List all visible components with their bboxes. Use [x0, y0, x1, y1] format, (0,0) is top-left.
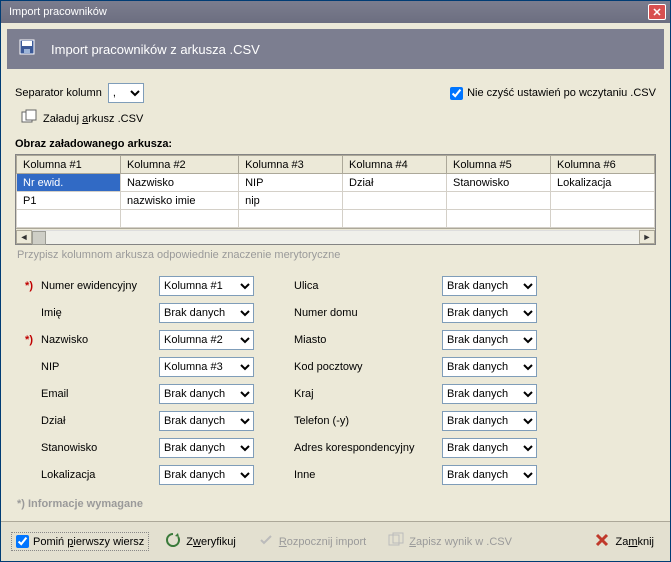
- field-select-dzial[interactable]: Brak danych: [159, 411, 254, 431]
- field-label: NIP: [41, 361, 151, 373]
- save-result-button: Zapisz wynik w .CSV: [382, 529, 518, 554]
- field-select-imie[interactable]: Brak danych: [159, 303, 254, 323]
- skip-first-row-label: Pomiń pierwszy wiersz: [33, 536, 144, 548]
- skip-first-row-group: Pomiń pierwszy wiersz: [11, 532, 149, 551]
- field-select-adres-koresp[interactable]: Brak danych: [442, 438, 537, 458]
- field-label: Numer ewidencyjny: [41, 280, 151, 292]
- header-bar: Import pracowników z arkusza .CSV: [7, 29, 664, 69]
- field-label: Kraj: [294, 388, 434, 400]
- field-label: Lokalizacja: [41, 469, 151, 481]
- field-select-miasto[interactable]: Brak danych: [442, 330, 537, 350]
- field-label: Stanowisko: [41, 442, 151, 454]
- col-header[interactable]: Kolumna #4: [343, 156, 447, 174]
- separator-select[interactable]: ,: [108, 83, 144, 103]
- col-header[interactable]: Kolumna #6: [550, 156, 654, 174]
- field-label: Dział: [41, 415, 151, 427]
- start-import-label: Rozpocznij import: [279, 536, 366, 548]
- field-label: Miasto: [294, 334, 434, 346]
- close-footer-button[interactable]: Zamknij: [588, 529, 660, 554]
- field-select-ulica[interactable]: Brak danych: [442, 276, 537, 296]
- field-label: Ulica: [294, 280, 434, 292]
- field-select-lokalizacja[interactable]: Brak danych: [159, 465, 254, 485]
- save-icon: [19, 39, 39, 59]
- keep-settings-label: Nie czyść ustawień po wczytaniu .CSV: [467, 87, 656, 99]
- field-label: Nazwisko: [41, 334, 151, 346]
- col-header[interactable]: Kolumna #2: [120, 156, 238, 174]
- load-icon: [21, 109, 37, 128]
- mapping-area: *)Numer ewidencyjnyKolumna #1 ImięBrak d…: [15, 275, 656, 486]
- titlebar: Import pracowników ✕: [1, 1, 670, 23]
- field-select-inne[interactable]: Brak danych: [442, 465, 537, 485]
- window-title: Import pracowników: [9, 6, 107, 18]
- field-select-nip[interactable]: Kolumna #3: [159, 357, 254, 377]
- field-label: Adres korespondencyjny: [294, 442, 434, 454]
- field-select-email[interactable]: Brak danych: [159, 384, 254, 404]
- field-label: Telefon (-y): [294, 415, 434, 427]
- col-header[interactable]: Kolumna #3: [239, 156, 343, 174]
- close-label: Zamknij: [615, 536, 654, 548]
- field-select-kraj[interactable]: Brak danych: [442, 384, 537, 404]
- field-label: Numer domu: [294, 307, 434, 319]
- field-label: Inne: [294, 469, 434, 481]
- horizontal-scrollbar[interactable]: ◄ ►: [16, 228, 655, 244]
- field-select-numer-ewid[interactable]: Kolumna #1: [159, 276, 254, 296]
- field-select-kod-pocztowy[interactable]: Brak danych: [442, 357, 537, 377]
- table-row: [17, 210, 655, 228]
- field-select-nazwisko[interactable]: Kolumna #2: [159, 330, 254, 350]
- load-sheet-button[interactable]: Załaduj arkusz .CSV: [21, 109, 656, 128]
- verify-button[interactable]: Zweryfikuj: [159, 529, 242, 554]
- scroll-track[interactable]: [32, 230, 639, 244]
- preview-label: Obraz załadowanego arkusza:: [15, 138, 656, 150]
- field-label: Email: [41, 388, 151, 400]
- save-result-label: Zapisz wynik w .CSV: [409, 536, 512, 548]
- table-row[interactable]: P1 nazwisko imie nip: [17, 192, 655, 210]
- scroll-left-icon[interactable]: ◄: [16, 230, 32, 244]
- field-select-stanowisko[interactable]: Brak danych: [159, 438, 254, 458]
- col-header[interactable]: Kolumna #5: [447, 156, 551, 174]
- skip-first-row-checkbox[interactable]: [16, 535, 29, 548]
- scroll-thumb[interactable]: [32, 231, 46, 245]
- start-import-button: Rozpocznij import: [252, 529, 372, 554]
- import-window: Import pracowników ✕ Import pracowników …: [0, 0, 671, 562]
- load-sheet-label: Załaduj arkusz .CSV: [43, 113, 143, 125]
- header-title: Import pracowników z arkusza .CSV: [51, 42, 260, 57]
- preview-grid: Kolumna #1 Kolumna #2 Kolumna #3 Kolumna…: [15, 154, 656, 245]
- field-label: Imię: [41, 307, 151, 319]
- footer-bar: Pomiń pierwszy wiersz Zweryfikuj Rozpocz…: [1, 521, 670, 561]
- table-row[interactable]: Nr ewid. Nazwisko NIP Dział Stanowisko L…: [17, 174, 655, 192]
- close-button[interactable]: ✕: [648, 4, 666, 20]
- scroll-right-icon[interactable]: ►: [639, 230, 655, 244]
- field-label: Kod pocztowy: [294, 361, 434, 373]
- col-header[interactable]: Kolumna #1: [17, 156, 121, 174]
- field-select-telefon[interactable]: Brak danych: [442, 411, 537, 431]
- close-icon: ✕: [652, 6, 661, 19]
- field-select-numer-domu[interactable]: Brak danych: [442, 303, 537, 323]
- separator-label: Separator kolumn: [15, 87, 102, 99]
- check-icon: [258, 532, 274, 551]
- verify-label: Zweryfikuj: [186, 536, 236, 548]
- mapping-hint: Przypisz kolumnom arkusza odpowiednie zn…: [17, 249, 656, 261]
- refresh-icon: [165, 532, 181, 551]
- x-icon: [594, 532, 610, 551]
- save-result-icon: [388, 532, 404, 551]
- keep-settings-checkbox[interactable]: [450, 87, 463, 100]
- required-note: *) Informacje wymagane: [17, 498, 656, 510]
